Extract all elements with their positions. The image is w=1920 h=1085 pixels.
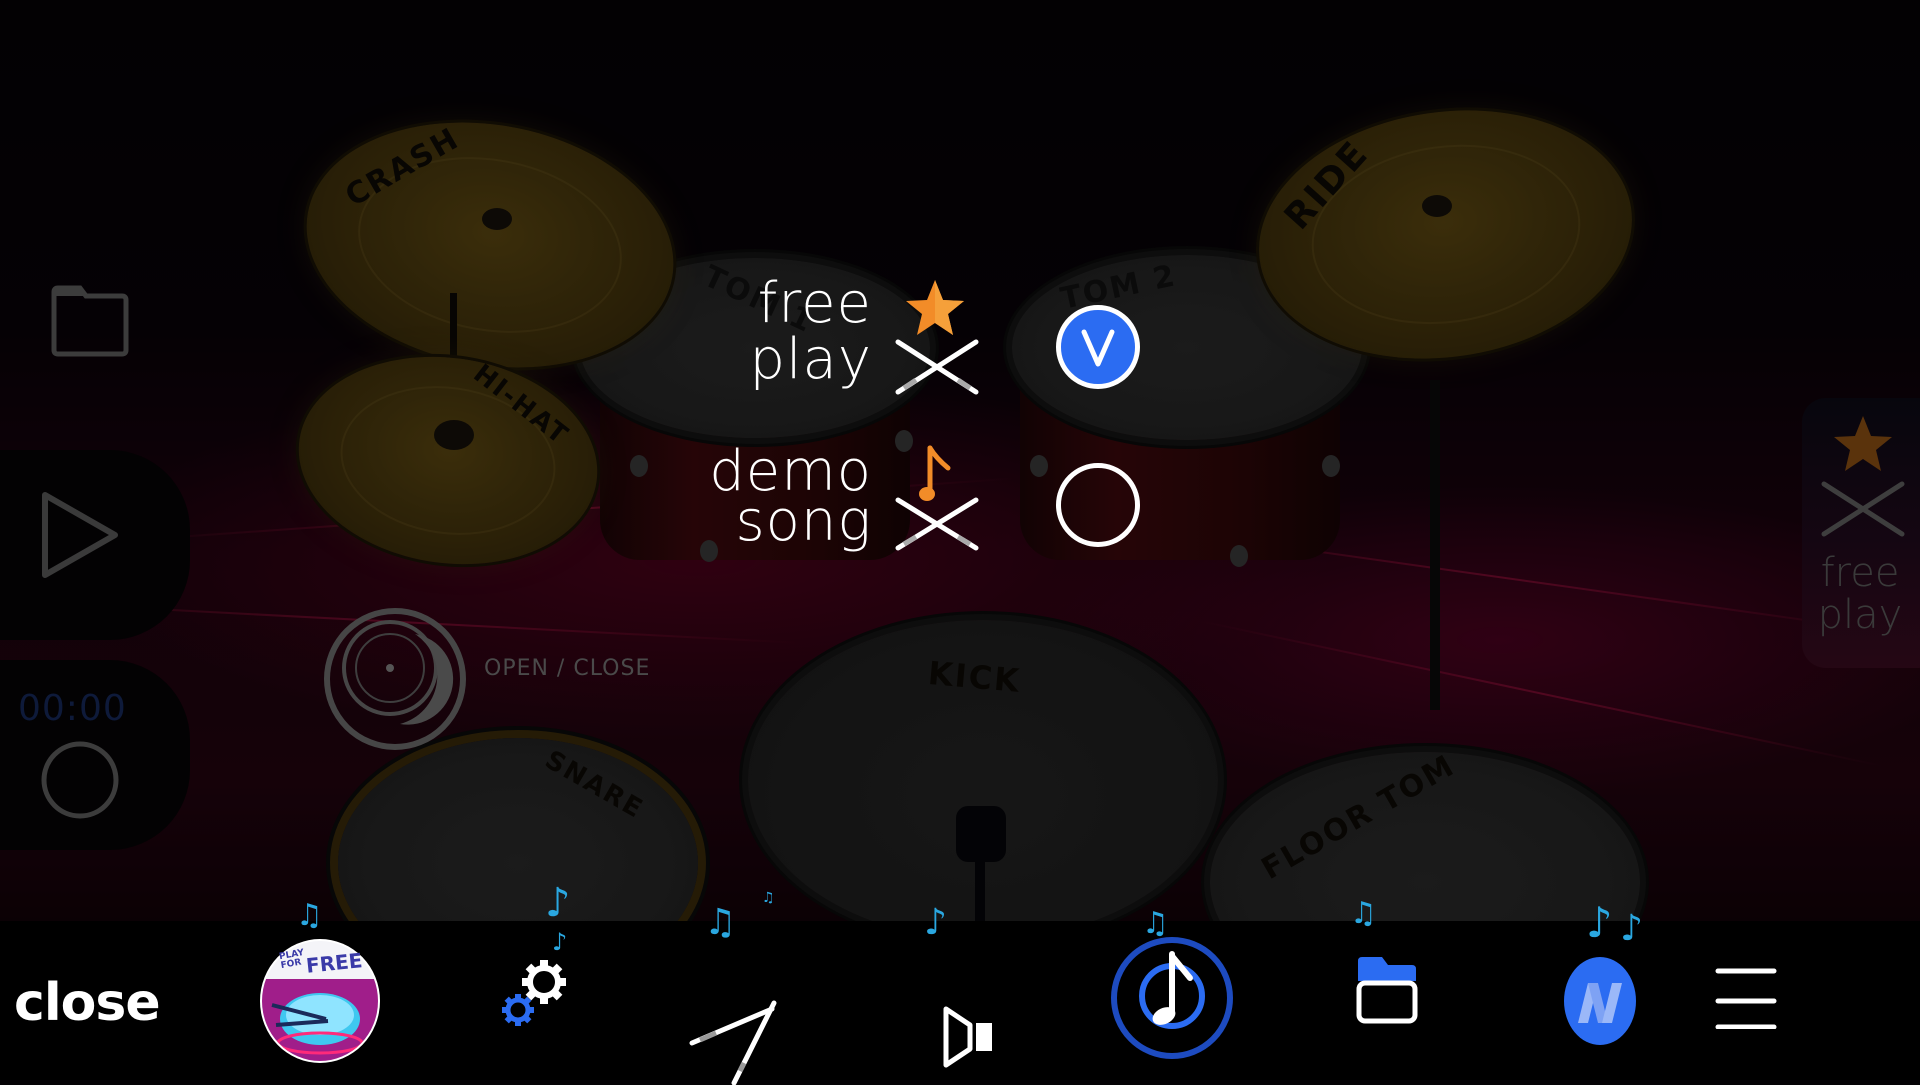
free-play-label: free play — [700, 276, 872, 388]
free-play-line1: free — [757, 271, 872, 336]
demo-song-radio[interactable] — [1056, 463, 1140, 547]
floating-note-icon: ♪ — [924, 902, 947, 943]
record-icon[interactable] — [40, 740, 120, 820]
gears-icon[interactable] — [500, 958, 570, 1030]
drumsticks-icon — [895, 497, 979, 551]
open-close-label: OPEN / CLOSE — [484, 656, 651, 681]
demo-song-label: demo song — [672, 444, 872, 554]
floating-note-icon: ♫ — [1142, 906, 1169, 941]
modal-dim-overlay — [0, 0, 1920, 921]
floating-note-icon: ♪ — [1586, 898, 1613, 947]
drumsticks-icon — [895, 339, 979, 395]
play-icon[interactable] — [40, 490, 120, 580]
floating-note-icon: ♫ — [1350, 896, 1377, 931]
hihat-open-close-control[interactable] — [320, 604, 470, 754]
side-drumsticks-icon — [1821, 481, 1905, 537]
floating-note-icon: ♪ — [552, 928, 568, 956]
demo-song-line2: song — [735, 489, 872, 554]
side-free-play-label: free play — [1800, 552, 1920, 636]
floating-note-icon: ♪ — [1620, 908, 1643, 949]
free-play-radio-checked[interactable] — [1056, 305, 1140, 389]
n-logo-icon[interactable] — [1552, 953, 1648, 1047]
drumsticks-icon[interactable] — [686, 999, 792, 1085]
close-button[interactable]: close — [14, 973, 161, 1033]
speaker-icon[interactable] — [940, 1003, 1016, 1071]
folder-icon[interactable] — [1354, 951, 1420, 1025]
side-star-icon — [1834, 416, 1892, 471]
floating-note-icon: ♫ — [296, 898, 323, 933]
timer-display: 00:00 — [18, 688, 127, 729]
play-for-free-button[interactable]: PLAY FOR FREE — [258, 939, 382, 1063]
folder-icon[interactable] — [50, 284, 130, 358]
floating-note-icon: ♫ — [704, 902, 737, 943]
check-icon — [1081, 329, 1115, 367]
floating-note-icon: ♪ — [545, 880, 571, 926]
free-play-line2: play — [749, 327, 872, 392]
drum-kit-scene: TOM 1 TOM 2 CRASH HI-HAT RIDE KICK SNARE… — [0, 0, 1920, 921]
side-label-line2: play — [1817, 592, 1903, 638]
floating-note-icon: ♫ — [762, 890, 775, 906]
hamburger-menu-icon[interactable] — [1712, 963, 1782, 1029]
music-note-icon[interactable] — [1108, 934, 1236, 1062]
side-label-line1: free — [1820, 550, 1900, 596]
star-icon — [906, 280, 964, 335]
